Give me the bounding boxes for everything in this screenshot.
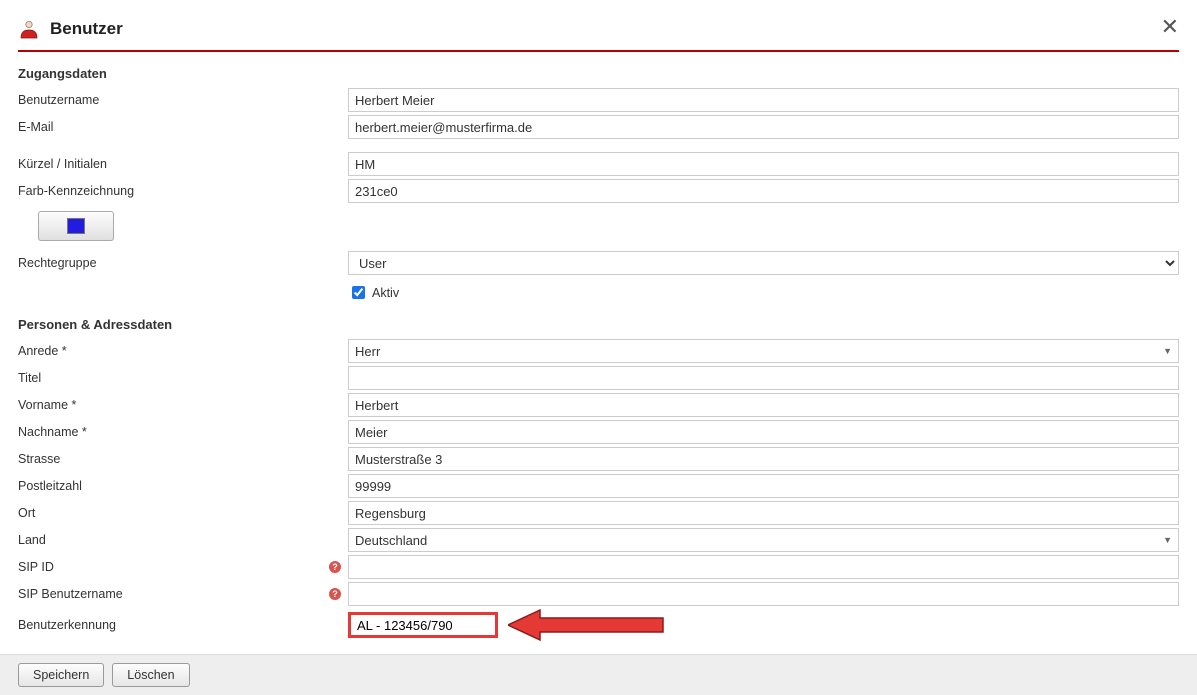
label-zip: Postleitzahl [18, 479, 328, 493]
title-field[interactable] [348, 366, 1179, 390]
label-lastname: Nachname * [18, 425, 328, 439]
label-city: Ort [18, 506, 328, 520]
chevron-down-icon: ▼ [1163, 346, 1172, 356]
section-access-data: Zugangsdaten [18, 66, 1179, 81]
street-field[interactable] [348, 447, 1179, 471]
label-country: Land [18, 533, 328, 547]
label-role-group: Rechtegruppe [18, 256, 328, 270]
help-icon[interactable]: ? [329, 561, 341, 573]
active-checkbox[interactable] [352, 286, 365, 299]
username-field[interactable] [348, 88, 1179, 112]
label-title: Titel [18, 371, 328, 385]
dialog-header: Benutzer [18, 18, 1179, 52]
color-picker-button[interactable] [38, 211, 114, 241]
sip-id-field[interactable] [348, 555, 1179, 579]
dialog-title: Benutzer [50, 19, 123, 39]
email-field[interactable] [348, 115, 1179, 139]
user-key-field[interactable] [348, 612, 498, 638]
city-field[interactable] [348, 501, 1179, 525]
save-button[interactable]: Speichern [18, 663, 104, 687]
color-swatch-icon [67, 218, 85, 234]
initials-field[interactable] [348, 152, 1179, 176]
zip-field[interactable] [348, 474, 1179, 498]
button-bar: Speichern Löschen [0, 654, 1197, 695]
label-color-mark: Farb-Kennzeichnung [18, 184, 328, 198]
label-active: Aktiv [372, 286, 399, 300]
label-salutation: Anrede * [18, 344, 328, 358]
salutation-value: Herr [355, 344, 380, 359]
chevron-down-icon: ▼ [1163, 535, 1172, 545]
close-icon[interactable]: ✕ [1161, 16, 1179, 38]
label-user-key: Benutzerkennung [18, 618, 328, 632]
color-mark-field[interactable] [348, 179, 1179, 203]
delete-button[interactable]: Löschen [112, 663, 189, 687]
role-group-select[interactable]: User [348, 251, 1179, 275]
label-firstname: Vorname * [18, 398, 328, 412]
help-icon[interactable]: ? [329, 588, 341, 600]
lastname-field[interactable] [348, 420, 1179, 444]
salutation-select[interactable]: Herr ▼ [348, 339, 1179, 363]
label-username: Benutzername [18, 93, 328, 107]
label-email: E-Mail [18, 120, 328, 134]
label-sip-user: SIP Benutzername [18, 587, 328, 601]
label-sip-id: SIP ID [18, 560, 328, 574]
arrow-left-icon [508, 608, 668, 642]
firstname-field[interactable] [348, 393, 1179, 417]
country-value: Deutschland [355, 533, 427, 548]
label-street: Strasse [18, 452, 328, 466]
country-select[interactable]: Deutschland ▼ [348, 528, 1179, 552]
section-person-address: Personen & Adressdaten [18, 317, 1179, 332]
label-initials: Kürzel / Initialen [18, 157, 328, 171]
sip-user-field[interactable] [348, 582, 1179, 606]
user-icon [18, 18, 40, 40]
